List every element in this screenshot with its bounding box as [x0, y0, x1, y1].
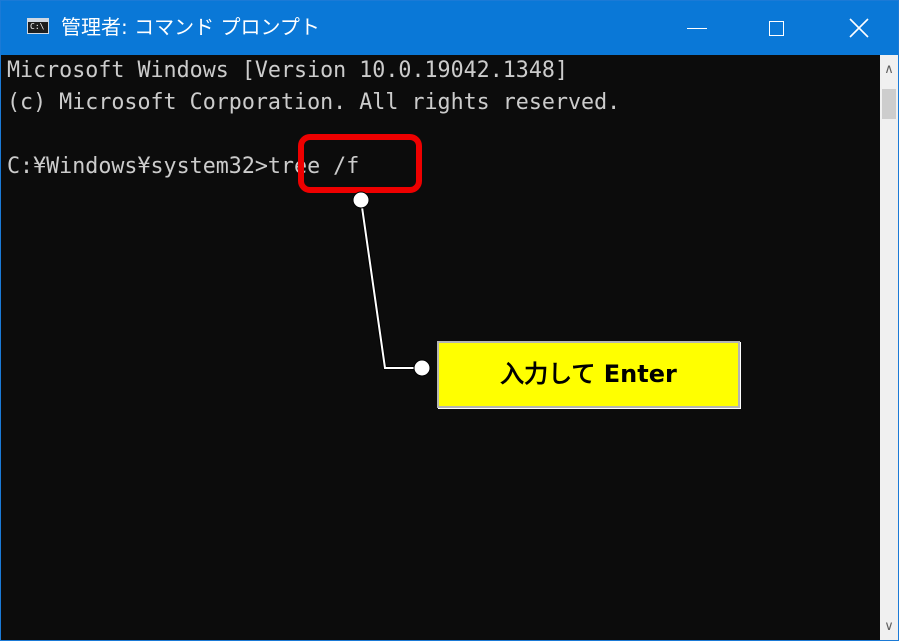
cmd-icon — [27, 18, 49, 34]
title-bar[interactable]: 管理者: コマンド プロンプト — [1, 1, 898, 55]
command-prompt-window: 管理者: コマンド プロンプト Microsoft Windows [Versi… — [0, 0, 899, 641]
scroll-thumb[interactable] — [882, 89, 896, 119]
console-line: Microsoft Windows [Version 10.0.19042.13… — [7, 58, 569, 83]
instruction-callout: 入力して Enter — [437, 341, 740, 408]
command-prompt: C:¥Windows¥system32> — [7, 154, 268, 179]
minimize-button[interactable] — [652, 1, 742, 55]
scroll-down-arrow-icon[interactable]: ∨ — [880, 612, 898, 640]
console-line: (c) Microsoft Corporation. All rights re… — [7, 90, 621, 115]
maximize-icon — [769, 21, 784, 36]
window-title: 管理者: コマンド プロンプト — [61, 15, 320, 39]
command-highlight-box — [298, 134, 422, 193]
minimize-icon — [687, 28, 707, 29]
close-icon — [849, 18, 869, 38]
maximize-button[interactable] — [742, 1, 832, 55]
scroll-up-arrow-icon[interactable]: ∧ — [880, 55, 898, 85]
vertical-scrollbar[interactable]: ∧ ∨ — [880, 55, 898, 640]
close-button[interactable] — [820, 1, 898, 55]
